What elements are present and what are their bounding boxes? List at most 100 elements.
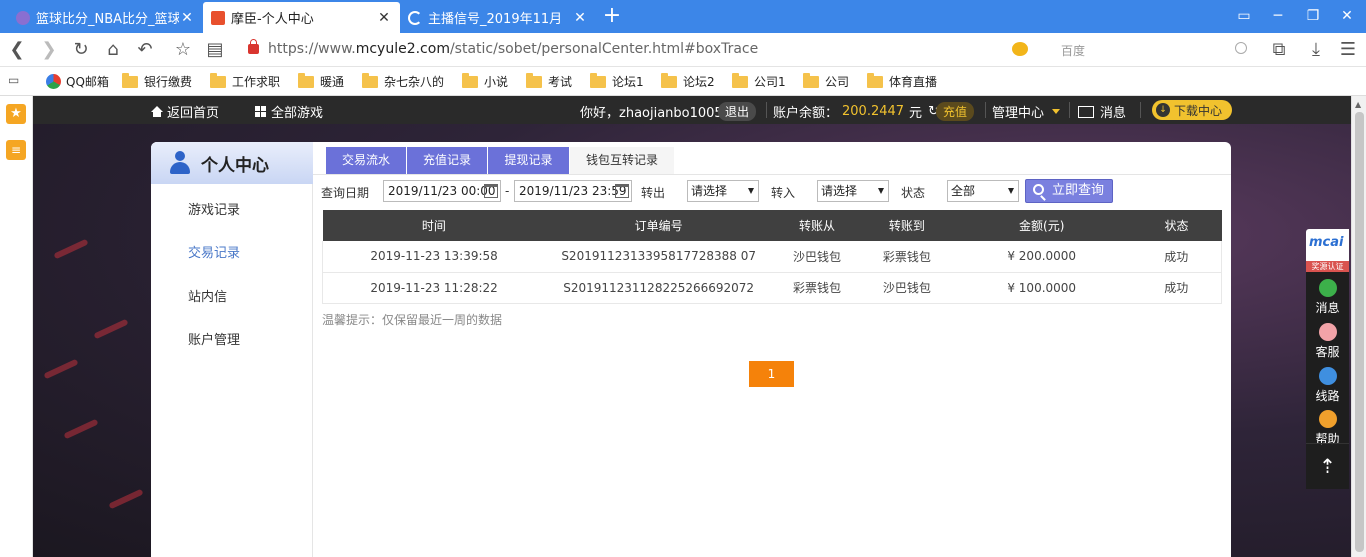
column-header: 时间 bbox=[322, 210, 546, 241]
bookmark-folder[interactable]: 小说 bbox=[462, 72, 508, 90]
messages-link[interactable]: 消息 bbox=[1078, 102, 1126, 121]
star-icon[interactable]: ☆ bbox=[172, 39, 194, 61]
bookmark-label: 暖通 bbox=[320, 75, 345, 89]
divider bbox=[1069, 102, 1070, 118]
scrollbar-thumb[interactable] bbox=[1355, 112, 1364, 552]
bookmark-folder[interactable]: 论坛2 bbox=[661, 72, 715, 90]
screenshot-icon[interactable]: ⧉ bbox=[1268, 39, 1290, 61]
bookmark-qqmail[interactable]: QQ邮箱 bbox=[46, 73, 109, 90]
extension-icon[interactable] bbox=[1012, 42, 1028, 56]
sidebar-item-transaction-records[interactable]: 交易记录 bbox=[188, 242, 240, 261]
undo-icon[interactable]: ↶ bbox=[134, 39, 156, 61]
browser-tab-2[interactable]: 摩臣-个人中心 ✕ bbox=[203, 2, 400, 33]
download-icon[interactable]: ⤓ bbox=[1305, 39, 1327, 61]
bookmark-folder[interactable]: 考试 bbox=[526, 72, 572, 90]
bookmark-label: 公司 bbox=[825, 75, 850, 89]
bookmark-folder[interactable]: 工作求职 bbox=[210, 72, 281, 90]
download-center-button[interactable]: ↓ 下载中心 bbox=[1152, 100, 1233, 120]
sidebar-item-account[interactable]: 账户管理 bbox=[188, 329, 240, 348]
page-scrollbar[interactable]: ▲ bbox=[1351, 96, 1366, 557]
mail-icon bbox=[1078, 105, 1094, 118]
sidebar-toggle-icon[interactable]: ▭ bbox=[8, 73, 19, 87]
mcai-logo: mcai bbox=[1309, 235, 1344, 250]
favorites-star-icon[interactable]: ★ bbox=[6, 104, 26, 124]
forward-icon[interactable]: ❯ bbox=[38, 39, 60, 61]
sidebar-item-inbox[interactable]: 站内信 bbox=[188, 286, 227, 305]
bookmark-folder[interactable]: 杂七杂八的 bbox=[362, 72, 444, 90]
status-label: 状态 bbox=[901, 186, 926, 200]
date-from-input[interactable]: 2019/11/23 00:00 bbox=[383, 180, 501, 202]
recharge-button[interactable]: 充值 bbox=[936, 102, 975, 121]
address-bar[interactable]: https://www.mcyule2.com/static/sobet/per… bbox=[240, 37, 1000, 63]
minimize-icon[interactable]: ─ bbox=[1268, 6, 1288, 26]
tab-recharge-records[interactable]: 充值记录 bbox=[407, 147, 487, 174]
bookmark-folder[interactable]: 公司1 bbox=[732, 72, 786, 90]
restore-icon[interactable]: ❐ bbox=[1303, 6, 1323, 26]
mcai-certification-badge[interactable]: mcai 奖源认证 bbox=[1306, 229, 1349, 272]
float-support-button[interactable]: 客服 bbox=[1306, 320, 1349, 364]
float-messages-button[interactable]: 消息 bbox=[1306, 276, 1349, 320]
bookmark-folder[interactable]: 银行缴费 bbox=[122, 72, 192, 90]
home-link[interactable]: 返回首页 bbox=[151, 102, 219, 121]
balance-label: 账户余额： bbox=[773, 106, 839, 121]
tab-wallet-transfer-records[interactable]: 钱包互转记录 bbox=[570, 147, 674, 174]
scroll-up-icon[interactable]: ▲ bbox=[1355, 100, 1361, 109]
reader-icon[interactable]: ▤ bbox=[204, 39, 226, 61]
home-icon[interactable]: ⌂ bbox=[102, 39, 124, 61]
search-icon bbox=[1033, 184, 1044, 195]
page-button-current[interactable]: 1 bbox=[749, 361, 794, 387]
lock-icon bbox=[248, 39, 259, 54]
float-route-button[interactable]: 线路 bbox=[1306, 364, 1349, 408]
close-window-icon[interactable]: ✕ bbox=[1337, 6, 1357, 26]
background-decoration bbox=[53, 238, 89, 260]
sidebar-item-game-records[interactable]: 游戏记录 bbox=[188, 199, 240, 218]
bookmark-folder[interactable]: 公司 bbox=[803, 72, 850, 90]
back-icon[interactable]: ❮ bbox=[6, 39, 28, 61]
url-path: /static/sobet/personalCenter.html#boxTra… bbox=[449, 41, 759, 57]
status-select[interactable]: 全部 bbox=[947, 180, 1019, 202]
calendar-icon[interactable] bbox=[484, 184, 498, 198]
search-input[interactable]: 百度 bbox=[1055, 37, 1255, 63]
greeting: 你好，zhaojianbo1005 bbox=[580, 106, 723, 121]
close-icon[interactable]: ✕ bbox=[179, 10, 195, 26]
sidebar-header: 个人中心 bbox=[151, 142, 313, 184]
folder-icon bbox=[210, 72, 226, 88]
float-label: 客服 bbox=[1315, 345, 1340, 359]
table-cell: ¥ 200.0000 bbox=[951, 241, 1132, 273]
date-to-input[interactable]: 2019/11/23 23:59 bbox=[514, 180, 632, 202]
support-avatar-icon bbox=[1318, 323, 1337, 341]
query-button[interactable]: 立即查询 bbox=[1025, 179, 1113, 203]
tab-transaction-flow[interactable]: 交易流水 bbox=[326, 147, 406, 174]
tab-withdraw-records[interactable]: 提现记录 bbox=[488, 147, 569, 174]
calendar-icon[interactable] bbox=[615, 184, 629, 198]
refresh-icon[interactable]: ↻ bbox=[70, 39, 92, 61]
chevron-down-icon bbox=[1052, 109, 1061, 114]
close-icon[interactable]: ✕ bbox=[376, 10, 392, 26]
tab-list-icon[interactable]: ▭ bbox=[1234, 6, 1254, 26]
back-to-top-icon[interactable]: ⇡ bbox=[1306, 443, 1349, 489]
mcai-logo-subtitle: 奖源认证 bbox=[1306, 261, 1349, 272]
bookmark-folder[interactable]: 论坛1 bbox=[590, 72, 644, 90]
search-icon[interactable] bbox=[1235, 42, 1247, 54]
bookmark-label: 工作求职 bbox=[232, 75, 281, 89]
transfer-in-value: 请选择 bbox=[821, 184, 858, 198]
transfer-out-select[interactable]: 请选择 bbox=[687, 180, 759, 202]
bookmark-folder[interactable]: 体育直播 bbox=[867, 72, 937, 90]
url-domain: mcyule2.com bbox=[355, 41, 450, 57]
transfer-in-select[interactable]: 请选择 bbox=[817, 180, 889, 202]
table-header-row: 时间 订单编号 转账从 转账到 金额(元) 状态 bbox=[322, 210, 1222, 241]
browser-tab-3[interactable]: 主播信号_2019年11月 ✕ bbox=[400, 2, 596, 33]
logout-button[interactable]: 退出 bbox=[718, 102, 757, 121]
background-decoration bbox=[108, 488, 144, 510]
notes-icon[interactable]: ≡ bbox=[6, 140, 26, 160]
close-icon[interactable]: ✕ bbox=[572, 10, 588, 26]
new-tab-button[interactable]: + bbox=[598, 4, 626, 30]
float-label: 线路 bbox=[1315, 389, 1340, 403]
browser-tab-1[interactable]: 篮球比分_NBA比分_篮球比 ✕ bbox=[8, 2, 203, 33]
all-games-link[interactable]: 全部游戏 bbox=[255, 102, 323, 121]
bookmark-folder[interactable]: 暖通 bbox=[298, 72, 345, 90]
menu-icon[interactable]: ☰ bbox=[1337, 39, 1359, 61]
manage-center-dropdown[interactable]: 管理中心 bbox=[992, 102, 1061, 121]
query-button-label: 立即查询 bbox=[1052, 183, 1105, 198]
table-cell: 沙巴钱包 bbox=[861, 272, 952, 304]
